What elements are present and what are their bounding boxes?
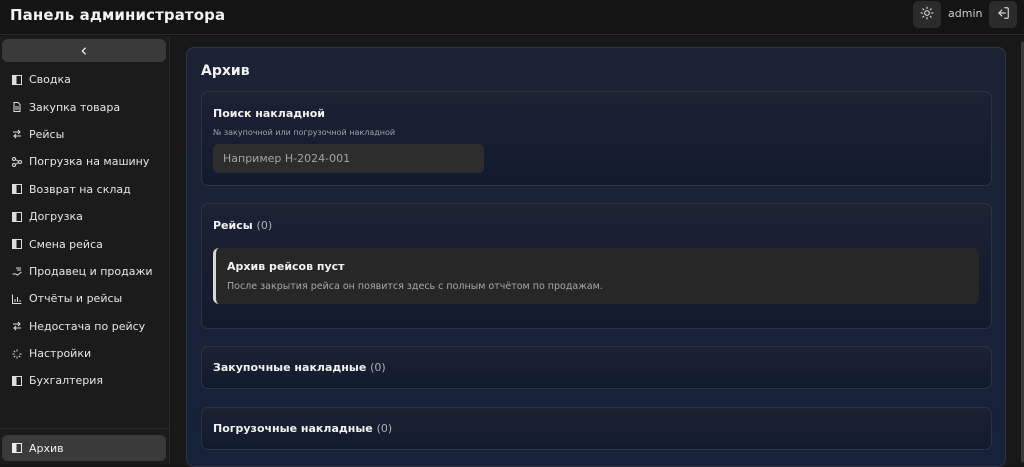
trips-count: (0) <box>256 219 273 232</box>
panel-icon <box>12 184 22 195</box>
sidebar-item-settings[interactable]: Настройки <box>0 340 170 367</box>
sidebar-collapse-button[interactable] <box>2 39 166 62</box>
sidebar: Сводка Закупка товара Рейсы Погрузка на … <box>0 36 170 464</box>
sidebar-item-reload[interactable]: Догрузка <box>0 203 170 230</box>
bar-chart-icon <box>12 294 22 304</box>
sidebar-item-label: Настройки <box>29 347 92 361</box>
sidebar-item-sales[interactable]: Продавец и продажи <box>0 258 170 285</box>
panel-icon <box>12 375 22 386</box>
loading-title-text: Погрузочные накладные <box>213 422 373 435</box>
search-field-label: № закупочной или погрузочной накладной <box>213 128 396 137</box>
archive-panel: Архив Поиск накладной № закупочной или п… <box>186 47 1006 467</box>
sidebar-item-archive[interactable]: Архив <box>2 435 166 461</box>
sidebar-item-reports[interactable]: Отчёты и рейсы <box>0 285 170 312</box>
chevron-left-icon <box>79 41 89 60</box>
sidebar-divider <box>0 428 170 429</box>
sidebar-item-label: Недостача по рейсу <box>29 319 146 333</box>
hand-coins-icon <box>12 266 22 277</box>
trips-empty-state: Архив рейсов пуст После закрытия рейса о… <box>213 248 979 304</box>
sidebar-item-trips[interactable]: Рейсы <box>0 121 170 148</box>
purchase-card-title: Закупочные накладные (0) <box>213 361 386 374</box>
sidebar-item-change-trip[interactable]: Смена рейса <box>0 230 170 257</box>
sidebar-item-loading[interactable]: Погрузка на машину <box>0 148 170 175</box>
sidebar-item-label: Закупка товара <box>29 100 121 114</box>
empty-state-text: После закрытия рейса он появится здесь с… <box>227 281 603 292</box>
user-name: admin <box>948 7 983 20</box>
loading-invoices-card[interactable]: Погрузочные накладные (0) <box>201 407 992 450</box>
arrows-swap-icon <box>12 129 22 139</box>
page-title: Архив <box>201 63 250 79</box>
sidebar-item-label: Погрузка на машину <box>29 155 150 169</box>
sidebar-item-return[interactable]: Возврат на склад <box>0 176 170 203</box>
sun-icon <box>920 5 934 24</box>
logout-button[interactable] <box>989 1 1017 28</box>
trips-card-title: Рейсы (0) <box>213 219 272 232</box>
top-bar: Панель администратора admin <box>0 0 1024 35</box>
panel-icon <box>12 239 22 250</box>
purchase-invoices-card[interactable]: Закупочные накладные (0) <box>201 346 992 389</box>
panel-icon <box>12 211 22 222</box>
sidebar-item-accounting[interactable]: Бухгалтерия <box>0 367 170 394</box>
panel-icon <box>12 443 22 453</box>
sidebar-item-label: Рейсы <box>29 127 65 141</box>
sidebar-item-label: Отчёты и рейсы <box>29 292 123 306</box>
network-icon <box>12 156 22 167</box>
arrows-swap-icon <box>12 321 22 331</box>
logout-icon <box>996 5 1010 24</box>
loader-icon <box>12 349 22 359</box>
purchase-count: (0) <box>370 361 386 374</box>
sidebar-item-label: Возврат на склад <box>29 182 131 196</box>
sidebar-item-label: Архив <box>29 441 64 455</box>
sidebar-nav: Сводка Закупка товара Рейсы Погрузка на … <box>0 66 170 395</box>
search-card-title: Поиск накладной <box>213 107 326 120</box>
sidebar-item-label: Смена рейса <box>29 237 103 251</box>
sidebar-item-shortage[interactable]: Недостача по рейсу <box>0 313 170 340</box>
trips-card: Рейсы (0) Архив рейсов пуст После закрыт… <box>201 203 992 329</box>
sidebar-item-label: Сводка <box>29 73 71 87</box>
panel-icon <box>12 74 22 85</box>
document-icon <box>12 102 22 113</box>
search-card: Поиск накладной № закупочной или погрузо… <box>201 91 992 186</box>
invoice-search-input[interactable] <box>213 144 484 173</box>
trips-title-text: Рейсы <box>213 219 253 232</box>
app-title: Панель администратора <box>10 6 226 24</box>
sidebar-item-summary[interactable]: Сводка <box>0 66 170 93</box>
empty-state-title: Архив рейсов пуст <box>227 260 345 273</box>
loading-card-title: Погрузочные накладные (0) <box>213 422 392 435</box>
loading-count: (0) <box>376 422 393 435</box>
sidebar-item-label: Продавец и продажи <box>29 264 153 278</box>
sidebar-item-purchase[interactable]: Закупка товара <box>0 93 170 120</box>
main-content: Архив Поиск накладной № закупочной или п… <box>171 36 1024 467</box>
theme-toggle-button[interactable] <box>913 1 941 28</box>
sidebar-item-label: Бухгалтерия <box>29 374 104 388</box>
purchase-title-text: Закупочные накладные <box>213 361 367 374</box>
sidebar-item-label: Догрузка <box>29 210 83 224</box>
